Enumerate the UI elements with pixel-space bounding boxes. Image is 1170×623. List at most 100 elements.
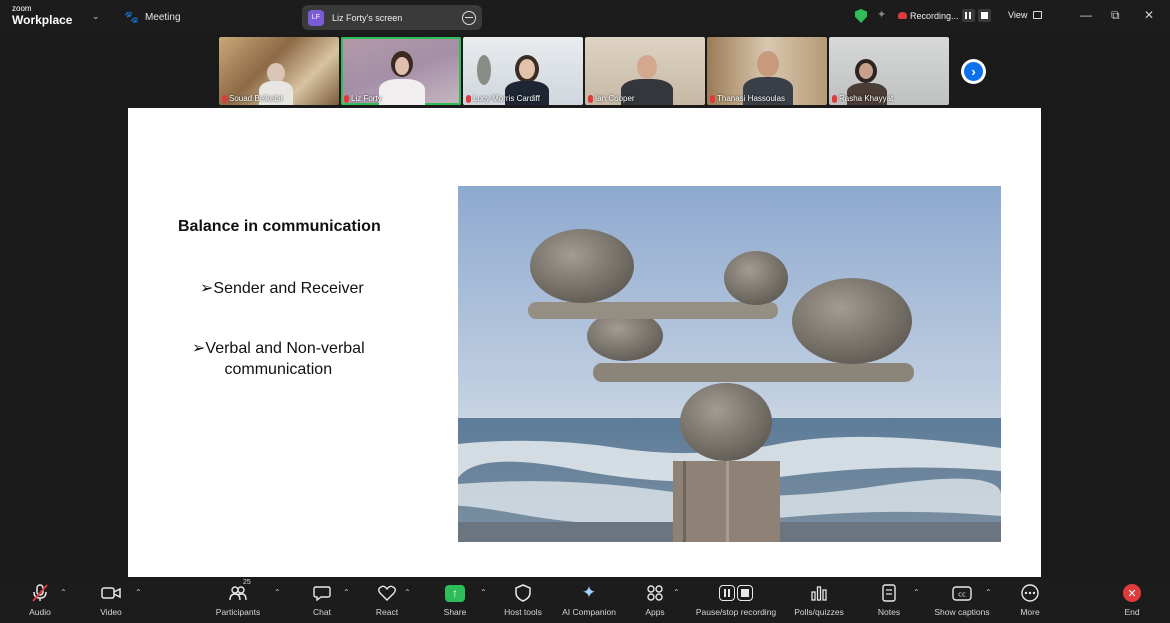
bar-chart-icon: [810, 582, 828, 604]
ai-companion-label: AI Companion: [562, 607, 616, 617]
captions-label: Show captions: [934, 607, 990, 617]
minimize-screen-icon[interactable]: [462, 10, 476, 25]
balanced-stones-image: [458, 186, 1001, 542]
participants-label: Participants: [215, 607, 261, 617]
zoom-workplace-logo[interactable]: zoom Workplace: [12, 4, 73, 27]
more-dots-icon: [1021, 582, 1039, 604]
svg-text:cc: cc: [958, 590, 966, 598]
heart-icon: [378, 582, 396, 604]
video-label: Video: [100, 607, 122, 617]
view-label: View: [1008, 10, 1028, 20]
participant-name: Liz Forty: [344, 94, 382, 103]
more-button[interactable]: More: [995, 582, 1065, 617]
muted-mic-icon: [344, 94, 349, 103]
apps-options-caret-icon[interactable]: ⌃: [673, 588, 680, 597]
polls-label: Polls/quizzes: [794, 607, 844, 617]
notes-label: Notes: [877, 607, 901, 617]
chat-label: Chat: [313, 607, 331, 617]
participant-name: Rasha Khayyat: [832, 94, 893, 103]
captions-cc-icon: cc: [952, 582, 972, 604]
shared-screen-indicator[interactable]: LF Liz Forty's screen: [302, 5, 482, 30]
ai-sparkle-icon[interactable]: ✦: [877, 8, 886, 21]
share-options-caret-icon[interactable]: ⌃: [480, 588, 487, 597]
participant-tile[interactable]: Lucy Morris Cardiff: [463, 37, 583, 105]
paw-icon: 🐾: [124, 10, 139, 24]
chevron-right-icon: ›: [964, 62, 983, 81]
more-label: More: [1020, 607, 1040, 617]
pause-stop-recording-icon: [719, 582, 753, 604]
recording-label: Recording...: [910, 10, 959, 21]
apps-icon: [646, 582, 664, 604]
window-restore-icon[interactable]: ⧉: [1111, 8, 1120, 23]
meeting-label: Meeting: [144, 11, 181, 23]
end-meeting-button[interactable]: ✕ End: [1097, 582, 1167, 617]
slide-bullet-line: ➢Verbal and Non-verbal: [192, 340, 365, 357]
meeting-info-button[interactable]: 🐾 Meeting: [124, 10, 181, 24]
view-grid-icon: [1033, 11, 1043, 19]
participants-button[interactable]: 25 Participants: [203, 579, 273, 617]
muted-mic-icon: [832, 94, 837, 103]
video-options-caret-icon[interactable]: ⌃: [135, 588, 142, 597]
participant-name: Thanasi Hassoulas: [710, 94, 785, 103]
participant-tile[interactable]: Rasha Khayyat: [829, 37, 949, 105]
notes-options-caret-icon[interactable]: ⌃: [913, 588, 920, 597]
participant-tile-active-speaker[interactable]: Liz Forty: [341, 37, 461, 105]
host-tools-label: Host tools: [504, 607, 542, 617]
ai-companion-button[interactable]: ✦ AI Companion: [554, 582, 624, 617]
share-screen-icon: ↑: [445, 582, 465, 604]
slide-bullet: ➢Sender and Receiver: [200, 280, 364, 297]
recording-cloud-icon: [898, 12, 907, 19]
share-label: Share: [443, 607, 467, 617]
window-close-icon[interactable]: ✕: [1144, 8, 1154, 22]
shared-slide: Balance in communication ➢Sender and Rec…: [128, 108, 1041, 577]
chat-options-caret-icon[interactable]: ⌃: [343, 588, 350, 597]
brand-zoom-text: zoom: [12, 4, 32, 13]
brand-workplace-text: Workplace: [12, 13, 73, 27]
window-minimize-icon[interactable]: —: [1080, 8, 1092, 22]
muted-mic-icon: [710, 94, 715, 103]
ai-sparkle-icon: ✦: [581, 583, 597, 602]
apps-label: Apps: [645, 607, 665, 617]
participant-count: 25: [243, 579, 251, 586]
pause-recording-label: Pause/stop recording: [695, 607, 777, 617]
muted-mic-icon: [588, 94, 593, 103]
video-camera-icon: [101, 582, 121, 604]
slide-bullet-line: communication: [224, 361, 333, 378]
participant-tile[interactable]: Souad Belkebir: [219, 37, 339, 105]
view-button[interactable]: View: [1008, 10, 1043, 20]
end-label: End: [1124, 607, 1140, 617]
participant-name: Souad Belkebir: [222, 94, 283, 103]
muted-mic-icon: [466, 94, 471, 103]
participant-name: Lucy Morris Cardiff: [466, 94, 540, 103]
react-options-caret-icon[interactable]: ⌃: [404, 588, 411, 597]
chevron-down-icon[interactable]: ⌄: [92, 11, 100, 22]
muted-mic-icon: [222, 94, 227, 103]
participant-tile[interactable]: Ian Cooper: [585, 37, 705, 105]
polls-button[interactable]: Polls/quizzes: [784, 582, 854, 617]
presenter-avatar: LF: [308, 9, 324, 26]
pause-stop-recording-button[interactable]: Pause/stop recording: [686, 582, 786, 617]
captions-options-caret-icon[interactable]: ⌃: [985, 588, 992, 597]
muted-mic-icon: [32, 582, 48, 604]
participants-options-caret-icon[interactable]: ⌃: [274, 588, 281, 597]
meeting-toolbar: Audio ⌃ Video ⌃ 25 Participants ⌃ Chat ⌃…: [0, 578, 1170, 623]
audio-options-caret-icon[interactable]: ⌃: [60, 588, 67, 597]
notes-icon: [882, 582, 896, 604]
stop-recording-icon[interactable]: [977, 9, 991, 22]
react-button[interactable]: React: [352, 582, 422, 617]
shared-screen-label: Liz Forty's screen: [332, 12, 403, 23]
recording-indicator: Recording...: [898, 9, 991, 22]
end-call-icon: ✕: [1123, 582, 1141, 604]
next-participants-button[interactable]: ›: [961, 59, 986, 84]
pause-recording-icon[interactable]: [961, 9, 975, 22]
shield-icon: [515, 582, 531, 604]
title-bar: zoom Workplace ⌄ 🐾 Meeting LF Liz Forty'…: [0, 0, 1170, 34]
host-tools-button[interactable]: Host tools: [488, 582, 558, 617]
participant-strip: Souad Belkebir Liz Forty Lucy Morris Car…: [219, 37, 950, 105]
participant-name: Ian Cooper: [588, 94, 635, 103]
security-shield-icon[interactable]: [855, 9, 867, 23]
slide-bullet: ➢Verbal and Non-verbal communication: [192, 338, 365, 380]
participant-tile[interactable]: Thanasi Hassoulas: [707, 37, 827, 105]
slide-title: Balance in communication: [178, 218, 381, 235]
audio-label: Audio: [29, 607, 51, 617]
